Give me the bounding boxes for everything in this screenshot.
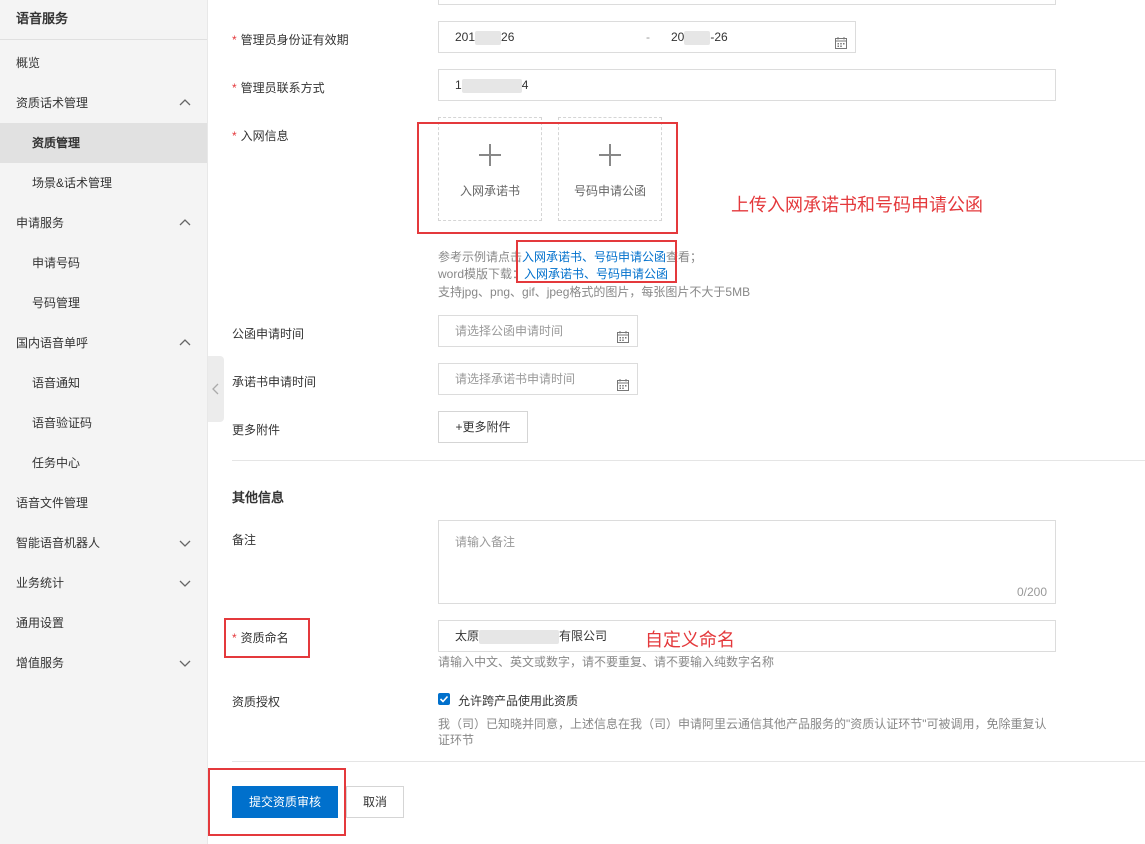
section-divider <box>232 460 1145 461</box>
masked-text <box>684 30 711 45</box>
hint-format: 支持jpg、png、gif、jpeg格式的图片，每张图片不大于5MB <box>438 285 751 299</box>
sidebar-item-label: 业务统计 <box>16 576 65 590</box>
allow-cross-product-checkbox[interactable] <box>438 693 450 705</box>
sidebar-item-label: 增值服务 <box>16 656 65 670</box>
sidebar-item-overview[interactable]: 概览 <box>0 43 207 83</box>
masked-text <box>475 30 502 45</box>
qual-auth-label: 资质授权 <box>232 695 281 709</box>
sidebar-item-label: 国内语音单呼 <box>16 336 89 350</box>
sidebar-item-label: 资质话术管理 <box>16 96 89 110</box>
sidebar-item-label: 通用设置 <box>16 616 65 630</box>
remark-label: 备注 <box>232 533 257 547</box>
more-attach-button[interactable]: +更多附件 <box>438 411 528 443</box>
sidebar-item-voice-notice[interactable]: 语音通知 <box>0 363 207 403</box>
qual-auth-desc-1: 我（司）已知晓并同意，上述信息在我（司）申请阿里云通信其他产品服务的"资质认证环… <box>438 717 1047 731</box>
sidebar-item-label: 语音文件管理 <box>16 496 89 510</box>
contact-input[interactable]: 14 <box>438 69 1056 101</box>
sidebar-item-label: 申请号码 <box>32 256 81 270</box>
chevron-up-icon <box>179 97 191 109</box>
annotation-box-submit <box>208 768 346 836</box>
char-counter: 0/200 <box>1016 585 1047 599</box>
promise-time-input[interactable]: 请选择承诺书申请时间 <box>438 363 638 395</box>
sidebar: 语音服务 概览 资质话术管理 资质管理 场景&话术管理 申请服务 申请号码 号码… <box>0 0 208 844</box>
cancel-button[interactable]: 取消 <box>346 786 404 818</box>
sidebar-item-label: 场景&话术管理 <box>32 176 113 190</box>
sidebar-item-label: 号码管理 <box>32 296 81 310</box>
qual-auth-desc-2: 证环节 <box>438 733 475 747</box>
sidebar-item-label: 概览 <box>16 56 41 70</box>
chevron-down-icon <box>179 577 191 589</box>
more-attach-label: 更多附件 <box>232 423 281 437</box>
sidebar-title: 语音服务 <box>0 0 207 40</box>
contact-label: * 管理员联系方式 <box>232 81 325 95</box>
chevron-up-icon <box>179 337 191 349</box>
sidebar-item-voice-code[interactable]: 语音验证码 <box>0 403 207 443</box>
sidebar-item-scene-script[interactable]: 场景&话术管理 <box>0 163 207 203</box>
main-form: * 管理员身份证有效期 201 26 - 20 -26 * 管理员联系方式 14 * 入网… <box>224 0 1145 844</box>
sidebar-item-apply-number[interactable]: 申请号码 <box>0 243 207 283</box>
calendar-icon[interactable] <box>617 372 629 402</box>
sidebar-item-label: 申请服务 <box>16 216 65 230</box>
allow-cross-product-label[interactable]: 允许跨产品使用此资质 <box>458 692 578 709</box>
annotation-box-links <box>516 240 677 283</box>
annotation-text-name: 自定义命名 <box>645 630 735 650</box>
chevron-down-icon <box>179 537 191 549</box>
sidebar-collapse-handle[interactable] <box>208 356 224 422</box>
chevron-up-icon <box>179 217 191 229</box>
sidebar-group-stats[interactable]: 业务统计 <box>0 563 207 603</box>
annotation-text-upload: 上传入网承诺书和号码申请公函 <box>731 195 983 215</box>
sidebar-group-value-added[interactable]: 增值服务 <box>0 643 207 683</box>
section-title-other: 其他信息 <box>232 490 285 505</box>
qual-name-input[interactable]: 太原 有限公司 <box>438 620 1056 652</box>
footer-divider <box>232 761 1145 762</box>
network-info-label: * 入网信息 <box>232 129 289 143</box>
prev-input-edge <box>438 0 1056 5</box>
sidebar-group-robot[interactable]: 智能语音机器人 <box>0 523 207 563</box>
sidebar-item-qualification-manage[interactable]: 资质管理 <box>0 123 207 163</box>
sidebar-item-task-center[interactable]: 任务中心 <box>0 443 207 483</box>
sidebar-group-apply[interactable]: 申请服务 <box>0 203 207 243</box>
masked-text <box>461 78 522 93</box>
sidebar-item-voice-files[interactable]: 语音文件管理 <box>0 483 207 523</box>
sidebar-item-label: 语音验证码 <box>32 416 93 430</box>
sidebar-item-label: 资质管理 <box>32 136 81 150</box>
calendar-icon[interactable] <box>835 30 847 60</box>
id-validity-range-input[interactable]: 201 26 - 20 -26 <box>438 21 856 53</box>
chevron-left-icon <box>212 383 219 395</box>
calendar-icon[interactable] <box>617 324 629 354</box>
annotation-box-name <box>224 618 310 658</box>
sidebar-item-label: 智能语音机器人 <box>16 536 101 550</box>
letter-time-label: 公函申请时间 <box>232 327 305 341</box>
qual-name-hint: 请输入中文、英文或数字，请不要重复、请不要输入纯数字名称 <box>438 655 775 669</box>
check-icon <box>439 695 449 703</box>
annotation-box-upload <box>417 122 678 234</box>
letter-time-input[interactable]: 请选择公函申请时间 <box>438 315 638 347</box>
promise-time-label: 承诺书申请时间 <box>232 375 317 389</box>
sidebar-item-label: 任务中心 <box>32 456 81 470</box>
chevron-down-icon <box>179 657 191 669</box>
sidebar-group-domestic-call[interactable]: 国内语音单呼 <box>0 323 207 363</box>
sidebar-group-qualification[interactable]: 资质话术管理 <box>0 83 207 123</box>
sidebar-item-number-manage[interactable]: 号码管理 <box>0 283 207 323</box>
remark-textarea[interactable]: 请输入备注 0/200 <box>438 520 1056 604</box>
sidebar-item-settings[interactable]: 通用设置 <box>0 603 207 643</box>
masked-text <box>479 629 560 644</box>
id-validity-label: * 管理员身份证有效期 <box>232 33 349 47</box>
sidebar-item-label: 语音通知 <box>32 376 81 390</box>
